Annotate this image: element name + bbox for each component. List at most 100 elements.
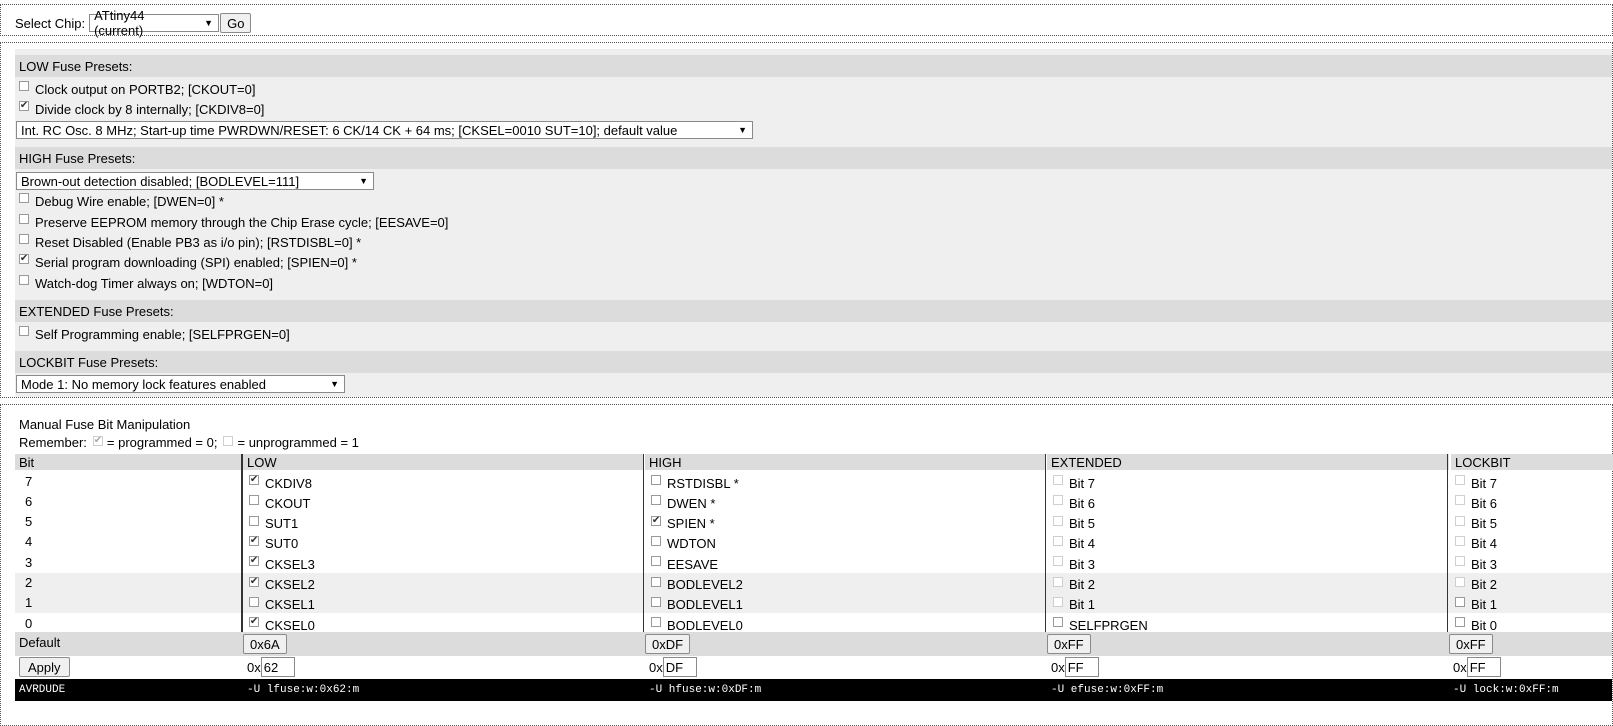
lockbit-bit-cell[interactable]: Bit 6 [1455,491,1497,511]
low-bit-checkbox[interactable]: ✔ [249,617,259,628]
low-default-button[interactable]: 0x6A [243,634,287,654]
extended-bit-checkbox[interactable] [1053,617,1063,628]
extended-bit-cell[interactable]: Bit 4 [1053,532,1095,552]
extended-bit-cell[interactable]: Bit 3 [1053,552,1095,572]
high-bit-checkbox[interactable] [651,596,661,607]
low-bit-checkbox[interactable]: ✔ [249,475,259,485]
high-bit-label: WDTON [667,536,716,552]
extended-bit-cell[interactable]: Bit 7 [1053,471,1095,491]
chip-select[interactable]: ATtiny44 (current) ▼ [89,8,220,38]
extended-bit-cell[interactable]: Bit 1 [1053,593,1095,613]
apply-button[interactable]: Apply [19,657,70,677]
preset-ckdiv8-row[interactable]: ✔ Divide clock by 8 internally; [CKDIV8=… [19,100,264,118]
preset-eesave-row[interactable]: Preserve EEPROM memory through the Chip … [19,213,448,231]
lockbit-bit-cell[interactable]: Bit 0 [1455,613,1497,633]
lockbit-bit-checkbox[interactable] [1455,596,1465,607]
avrdude-lock-arg: -U lock:w:0xFF:m [1453,684,1559,696]
high-bit-checkbox[interactable] [651,576,661,587]
low-bit-checkbox[interactable]: ✔ [249,556,259,567]
low-bit-label: SUT0 [265,536,299,552]
checkbox-dwen-preset[interactable] [19,193,29,203]
lockbit-bit-cell[interactable]: Bit 3 [1455,552,1497,572]
extended-bit-cell[interactable]: Bit 5 [1053,512,1095,532]
low-bit-cell[interactable]: CKSEL1 [249,593,315,613]
chip-select-row: Select Chip: ATtiny44 (current) ▼ Go [15,8,252,38]
low-bit-checkbox[interactable] [249,596,259,607]
low-bit-cell[interactable]: ✔ CKSEL0 [249,613,315,633]
low-bit-cell[interactable]: ✔ CKDIV8 [249,471,312,491]
checkbox-ckout-preset[interactable] [19,81,29,91]
low-bit-checkbox[interactable]: ✔ [249,576,259,587]
extended-hex-input[interactable]: FF [1064,657,1099,677]
lockbit-bit-cell[interactable]: Bit 2 [1455,573,1497,593]
checkbox-ckdiv8-preset[interactable]: ✔ [19,101,29,111]
high-hex-input[interactable]: DF [662,657,697,677]
high-bit-cell[interactable]: BODLEVEL0 [651,613,743,633]
high-bit-cell[interactable]: BODLEVEL1 [651,593,743,613]
clock-source-select[interactable]: Int. RC Osc. 8 MHz; Start-up time PWRDWN… [16,121,753,139]
lockbit-default-button[interactable]: 0xFF [1449,634,1493,654]
checkbox-wdton-preset[interactable] [19,275,29,285]
high-bit-checkbox[interactable]: ✔ [651,515,661,526]
low-bit-cell[interactable]: CKOUT [249,491,311,511]
checkbox-selfprgen-preset[interactable] [19,326,29,336]
high-bit-cell[interactable]: ✔ SPIEN * [651,512,715,532]
high-bit-cell[interactable]: RSTDISBL * [651,471,739,491]
low-bit-cell[interactable]: ✔ CKSEL3 [249,552,315,572]
clock-source-value: Int. RC Osc. 8 MHz; Start-up time PWRDWN… [21,122,678,138]
lockbit-bit-cell[interactable]: Bit 5 [1455,512,1497,532]
preset-rstdisbl-row[interactable]: Reset Disabled (Enable PB3 as i/o pin); … [19,233,361,251]
avrdude-label: AVRDUDE [19,684,66,696]
extended-bit-cell[interactable]: SELFPRGEN [1053,613,1148,633]
high-bit-cell[interactable]: DWEN * [651,491,715,511]
high-bit-checkbox[interactable] [651,556,661,567]
fuse-presets-section: LOW Fuse Presets: Clock output on PORTB2… [0,42,1613,398]
low-bit-cell[interactable]: SUT1 [249,512,298,532]
preset-wdton-row[interactable]: Watch-dog Timer always on; [WDTON=0] [19,274,273,292]
table-row: 3 ✔ CKSEL3 EESAVE Bit 3 Bit 3 [15,552,1612,572]
preset-label: Clock output on PORTB2; [CKOUT=0] [35,81,256,97]
high-bit-cell[interactable]: WDTON [651,532,716,552]
extended-default-button[interactable]: 0xFF [1047,634,1091,654]
preset-label: Watch-dog Timer always on; [WDTON=0] [35,275,274,291]
high-bit-label: RSTDISBL * [667,475,739,491]
checkbox-eesave-preset[interactable] [19,214,29,224]
lockbit-hex-input[interactable]: FF [1466,657,1501,677]
preset-dwen-row[interactable]: Debug Wire enable; [DWEN=0] * [19,192,224,210]
low-bit-label: CKDIV8 [265,475,312,491]
preset-selfprgen-row[interactable]: Self Programming enable; [SELFPRGEN=0] [19,325,290,343]
low-bit-checkbox[interactable] [249,515,259,526]
lockbit-bit-label: Bit 6 [1471,495,1498,511]
extended-bit-cell[interactable]: Bit 6 [1053,491,1095,511]
low-bit-cell[interactable]: ✔ SUT0 [249,532,298,552]
high-bit-cell[interactable]: EESAVE [651,552,718,572]
low-bit-checkbox[interactable] [249,495,259,506]
checkbox-rstdisbl-preset[interactable] [19,234,29,244]
high-bit-checkbox[interactable] [651,617,661,628]
go-button[interactable]: Go [220,13,252,33]
preset-ckout-row[interactable]: Clock output on PORTB2; [CKOUT=0] [19,80,256,98]
lockbit-bit-checkbox [1455,515,1465,526]
lockbit-mode-select[interactable]: Mode 1: No memory lock features enabled … [16,375,345,393]
table-row: 6 CKOUT DWEN * Bit 6 Bit 6 [15,491,1612,511]
preset-label: Serial program downloading (SPI) enabled… [35,254,357,270]
high-bit-checkbox[interactable] [651,535,661,546]
lockbit-bit-cell[interactable]: Bit 1 [1455,593,1497,613]
lockbit-bit-label: Bit 3 [1471,556,1498,572]
brownout-select[interactable]: Brown-out detection disabled; [BODLEVEL=… [16,172,374,190]
lockbit-bit-checkbox[interactable] [1455,617,1465,628]
checkbox-spien-preset[interactable]: ✔ [19,254,29,264]
high-bit-cell[interactable]: BODLEVEL2 [651,573,743,593]
extended-bit-cell[interactable]: Bit 2 [1053,573,1095,593]
high-default-button[interactable]: 0xDF [645,634,691,654]
high-bit-checkbox[interactable] [651,475,661,485]
low-bit-checkbox[interactable]: ✔ [249,535,259,546]
high-bit-checkbox[interactable] [651,495,661,506]
low-hex-input[interactable]: 62 [260,657,295,677]
unprogrammed-text: = unprogrammed = 1 [237,435,359,450]
lockbit-bit-cell[interactable]: Bit 7 [1455,471,1497,491]
preset-spien-row[interactable]: ✔ Serial program downloading (SPI) enabl… [19,253,357,271]
lockbit-bit-cell[interactable]: Bit 4 [1455,532,1497,552]
hex-prefix: 0x [247,659,261,675]
low-bit-cell[interactable]: ✔ CKSEL2 [249,573,315,593]
